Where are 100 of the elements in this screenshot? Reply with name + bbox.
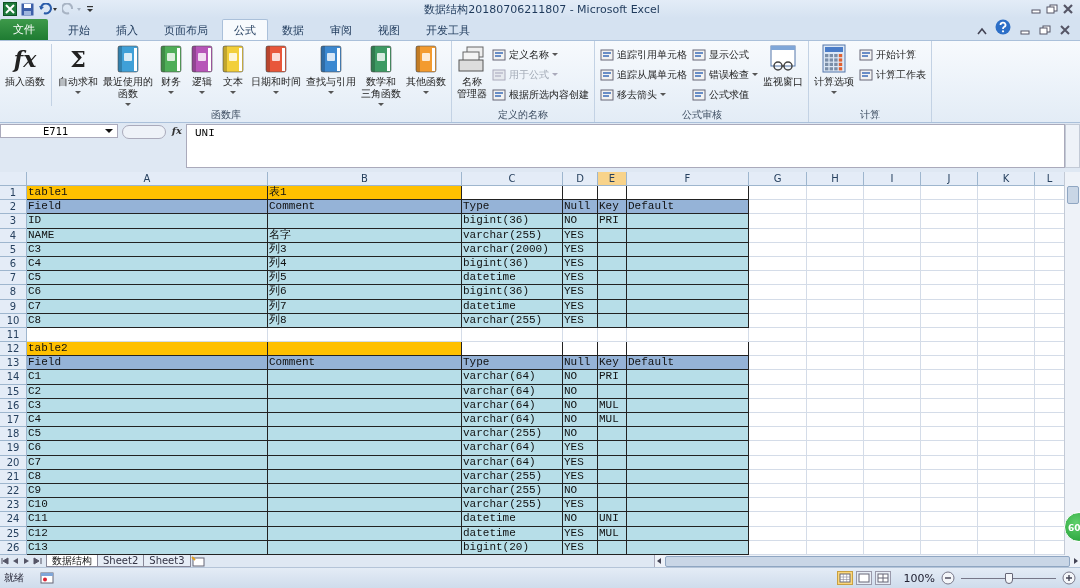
table-cell — [864, 285, 921, 300]
sheet-tab[interactable]: Sheet3 — [143, 555, 191, 567]
vertical-scrollbar[interactable] — [1064, 172, 1080, 555]
table-cell — [978, 285, 1035, 300]
zoom-in-icon[interactable] — [1062, 571, 1076, 585]
ribbon-button[interactable]: fx 插入函数 — [3, 44, 47, 88]
help-icon[interactable] — [995, 19, 1011, 35]
column-header[interactable]: F — [627, 172, 749, 186]
sheet-tab[interactable]: 数据结构 — [46, 555, 98, 567]
customize-icon[interactable] — [86, 4, 94, 14]
column-header[interactable]: C — [462, 172, 563, 186]
ribbon-button[interactable]: 日期和时间 — [249, 44, 303, 94]
collapse-ribbon-icon[interactable] — [977, 27, 987, 35]
small-tool-icon — [859, 67, 873, 82]
ribbon-button[interactable]: 监视窗口 — [761, 44, 805, 88]
table-cell — [749, 342, 807, 357]
scroll-left-icon[interactable] — [655, 557, 663, 565]
ribbon-button[interactable]: 财务 — [156, 44, 186, 94]
table-cell — [749, 441, 807, 456]
zoom-slider-thumb[interactable] — [1004, 572, 1013, 584]
row-header[interactable]: 8 — [0, 285, 27, 300]
ribbon-button[interactable]: 计算工作表 — [857, 66, 928, 83]
table-cell — [978, 526, 1035, 541]
restore-icon[interactable] — [1039, 25, 1051, 35]
undo-icon[interactable] — [38, 3, 58, 15]
insert-sheet-icon[interactable] — [189, 555, 206, 567]
table-cell: varchar(64) — [462, 413, 563, 428]
table-cell: C5 — [27, 271, 268, 286]
row-header[interactable]: 24 — [0, 512, 27, 527]
small-tool-icon — [600, 87, 614, 102]
scrollbar[interactable] — [1065, 124, 1080, 168]
formula-field[interactable]: UNI — [186, 124, 1065, 168]
name-box[interactable]: E711 — [0, 124, 118, 138]
sheet-tab[interactable]: Sheet2 — [97, 555, 145, 567]
ribbon-button[interactable]: 查找与引用 — [304, 44, 358, 94]
row-header[interactable]: 7 — [0, 271, 27, 286]
row-header[interactable]: 3 — [0, 214, 27, 229]
ribbon-button[interactable]: 错误检查 — [690, 66, 760, 83]
zoom-level[interactable]: 100% — [903, 571, 935, 585]
ribbon-tab[interactable]: 插入 — [104, 19, 150, 40]
file-tab[interactable]: 文件 — [0, 19, 48, 40]
ribbon-button[interactable]: 文本 — [218, 44, 248, 94]
column-header[interactable]: I — [864, 172, 921, 186]
zoom-out-icon[interactable] — [941, 571, 955, 585]
ribbon-button[interactable]: 数学和 三角函数 — [359, 44, 403, 106]
ribbon-button[interactable]: 计算选项 — [812, 44, 856, 94]
ribbon-tab[interactable]: 审阅 — [318, 19, 364, 40]
column-header[interactable]: J — [921, 172, 978, 186]
table-cell: PRI — [598, 214, 627, 229]
column-header[interactable]: A — [27, 172, 268, 186]
ribbon-button[interactable]: 其他函数 — [404, 44, 448, 94]
ribbon-button[interactable]: 开始计算 — [857, 46, 928, 63]
scroll-thumb[interactable] — [1067, 186, 1079, 204]
ribbon-tab[interactable]: 开始 — [56, 19, 102, 40]
ribbon-button[interactable]: 公式求值 — [690, 86, 760, 103]
row-header[interactable]: 23 — [0, 498, 27, 513]
ribbon-button[interactable]: 定义名称 — [490, 46, 591, 63]
row-header[interactable]: 17 — [0, 413, 27, 428]
ribbon-button[interactable]: 最近使用的 函数 — [101, 44, 155, 106]
view-mode-icon[interactable] — [855, 571, 872, 585]
ribbon-button[interactable]: 追踪从属单元格 — [598, 66, 689, 83]
table-cell — [749, 271, 807, 286]
ribbon-button[interactable]: 逻辑 — [187, 44, 217, 94]
row-header[interactable]: 2 — [0, 200, 27, 215]
ribbon-button[interactable]: Σ 自动求和 — [56, 44, 100, 94]
excel-icon[interactable] — [3, 2, 17, 16]
ribbon-button[interactable]: 根据所选内容创建 — [490, 86, 591, 103]
ribbon-tab[interactable]: 视图 — [366, 19, 412, 40]
column-header[interactable]: K — [978, 172, 1035, 186]
save-icon[interactable] — [21, 2, 34, 16]
column-header[interactable]: L — [1035, 172, 1064, 186]
row-header[interactable]: 12 — [0, 342, 27, 357]
macro-record-icon[interactable] — [40, 572, 54, 584]
column-header[interactable]: B — [268, 172, 462, 186]
view-mode-icon[interactable] — [874, 571, 891, 585]
close-icon[interactable] — [1062, 4, 1074, 14]
column-header[interactable]: G — [749, 172, 807, 186]
row-header[interactable]: 1 — [0, 186, 27, 201]
table-cell: C11 — [27, 512, 268, 527]
ribbon-button[interactable]: 显示公式 — [690, 46, 760, 63]
row-header[interactable]: 13 — [0, 356, 27, 371]
ribbon-tab[interactable]: 页面布局 — [152, 19, 220, 40]
ribbon-button[interactable]: 追踪引用单元格 — [598, 46, 689, 63]
column-header[interactable]: H — [807, 172, 864, 186]
ribbon-button[interactable]: 名称 管理器 — [455, 44, 489, 100]
view-mode-icon[interactable] — [836, 571, 853, 585]
insert-function-button[interactable]: fx — [171, 125, 182, 136]
splitter-handle[interactable] — [122, 125, 166, 139]
scroll-right-icon[interactable] — [1072, 557, 1080, 565]
row-header[interactable]: 14 — [0, 370, 27, 385]
ribbon-tab[interactable]: 数据 — [270, 19, 316, 40]
column-header[interactable]: D — [563, 172, 598, 186]
ribbon-button[interactable]: 移去箭头 — [598, 86, 689, 103]
close-icon[interactable] — [1059, 25, 1071, 35]
row-header[interactable]: 19 — [0, 441, 27, 456]
column-header[interactable]: E — [598, 172, 627, 186]
restore-icon[interactable] — [1046, 4, 1058, 14]
row-header[interactable]: 18 — [0, 427, 27, 442]
ribbon-tab[interactable]: 公式 — [222, 19, 268, 40]
ribbon-tab[interactable]: 开发工具 — [414, 19, 482, 40]
